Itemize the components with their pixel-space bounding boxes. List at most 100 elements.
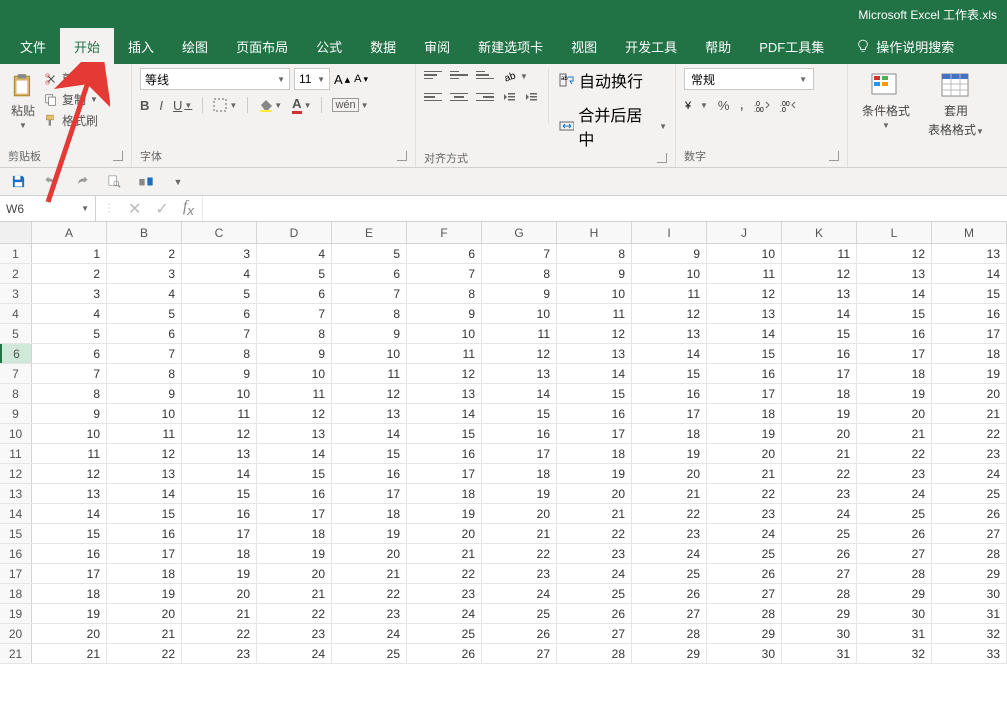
cell[interactable]: 29 [632,644,707,663]
cell[interactable]: 2 [32,264,107,283]
cell[interactable]: 8 [107,364,182,383]
cell[interactable]: 8 [182,344,257,363]
row-header[interactable]: 14 [0,504,32,523]
row-header[interactable]: 3 [0,284,32,303]
cell[interactable]: 15 [32,524,107,543]
cell[interactable]: 19 [632,444,707,463]
cell[interactable]: 6 [332,264,407,283]
cell[interactable]: 21 [332,564,407,583]
cell[interactable]: 27 [932,524,1007,543]
cell[interactable]: 7 [332,284,407,303]
cell[interactable]: 10 [482,304,557,323]
cell[interactable]: 24 [407,604,482,623]
cell[interactable]: 23 [707,504,782,523]
cell[interactable]: 20 [257,564,332,583]
cut-button[interactable]: 剪切 [44,70,98,87]
cell[interactable]: 20 [557,484,632,503]
save-button[interactable] [10,174,26,190]
cell[interactable]: 21 [557,504,632,523]
increase-font-button[interactable]: A▴ [334,72,350,87]
row-header[interactable]: 8 [0,384,32,403]
cell[interactable]: 14 [332,424,407,443]
cell[interactable]: 22 [407,564,482,583]
customize-qat-button[interactable]: ▼ [170,174,186,190]
cell[interactable]: 14 [632,344,707,363]
cell[interactable]: 30 [707,644,782,663]
cell[interactable]: 16 [707,364,782,383]
cell[interactable]: 17 [182,524,257,543]
cell[interactable]: 22 [782,464,857,483]
cell[interactable]: 27 [557,624,632,643]
cell[interactable]: 11 [332,364,407,383]
cell[interactable]: 16 [557,404,632,423]
cell[interactable]: 10 [332,344,407,363]
copy-button[interactable]: 复制▼ [44,91,98,108]
cell[interactable]: 14 [257,444,332,463]
row-header[interactable]: 15 [0,524,32,543]
touch-mode-button[interactable] [138,174,154,190]
cell[interactable]: 22 [632,504,707,523]
print-preview-button[interactable] [106,174,122,190]
cell[interactable]: 25 [557,584,632,603]
cell[interactable]: 22 [557,524,632,543]
cell[interactable]: 18 [782,384,857,403]
cell[interactable]: 4 [257,244,332,263]
cell[interactable]: 17 [257,504,332,523]
cell[interactable]: 6 [107,324,182,343]
cell[interactable]: 25 [932,484,1007,503]
cell[interactable]: 19 [257,544,332,563]
cell[interactable]: 21 [857,424,932,443]
cell[interactable]: 12 [332,384,407,403]
cell[interactable]: 19 [932,364,1007,383]
formula-input[interactable] [203,196,1007,221]
cell[interactable]: 25 [782,524,857,543]
cell[interactable]: 15 [407,424,482,443]
format-as-table-button[interactable]: 套用 表格格式▼ [922,68,990,164]
tab-PDF工具集[interactable]: PDF工具集 [745,28,838,64]
cell[interactable]: 22 [482,544,557,563]
cell[interactable]: 20 [482,504,557,523]
cell[interactable]: 13 [632,324,707,343]
cell[interactable]: 21 [707,464,782,483]
cell[interactable]: 23 [332,604,407,623]
cell[interactable]: 28 [782,584,857,603]
cell[interactable]: 19 [857,384,932,403]
cell[interactable]: 14 [32,504,107,523]
cell[interactable]: 16 [632,384,707,403]
cell[interactable]: 26 [857,524,932,543]
dialog-launcher-icon[interactable] [113,151,123,161]
format-painter-button[interactable]: 格式刷 [44,112,98,129]
cell[interactable]: 3 [32,284,107,303]
cell[interactable]: 11 [707,264,782,283]
cell[interactable]: 18 [107,564,182,583]
cell[interactable]: 9 [557,264,632,283]
cell[interactable]: 31 [782,644,857,663]
comma-button[interactable]: , [739,96,743,114]
cell[interactable]: 18 [407,484,482,503]
cell[interactable]: 20 [107,604,182,623]
cell[interactable]: 17 [782,364,857,383]
tab-页面布局[interactable]: 页面布局 [222,28,302,64]
cell[interactable]: 17 [32,564,107,583]
cell[interactable]: 20 [782,424,857,443]
cell[interactable]: 14 [932,264,1007,283]
cell[interactable]: 10 [557,284,632,303]
cell[interactable]: 4 [107,284,182,303]
row-header[interactable]: 11 [0,444,32,463]
tab-数据[interactable]: 数据 [356,28,410,64]
cell[interactable]: 19 [407,504,482,523]
cell[interactable]: 15 [557,384,632,403]
cell[interactable]: 32 [932,624,1007,643]
enter-formula-button[interactable]: ✓ [155,199,168,219]
cell[interactable]: 7 [257,304,332,323]
cell[interactable]: 17 [707,384,782,403]
cell[interactable]: 7 [407,264,482,283]
column-header[interactable]: F [407,222,482,243]
cell[interactable]: 27 [857,544,932,563]
decrease-decimal-button[interactable]: .00.0 [780,98,796,112]
cell[interactable]: 18 [557,444,632,463]
cell[interactable]: 23 [257,624,332,643]
cell[interactable]: 16 [32,544,107,563]
dialog-launcher-icon[interactable] [657,153,667,163]
cell[interactable]: 16 [782,344,857,363]
